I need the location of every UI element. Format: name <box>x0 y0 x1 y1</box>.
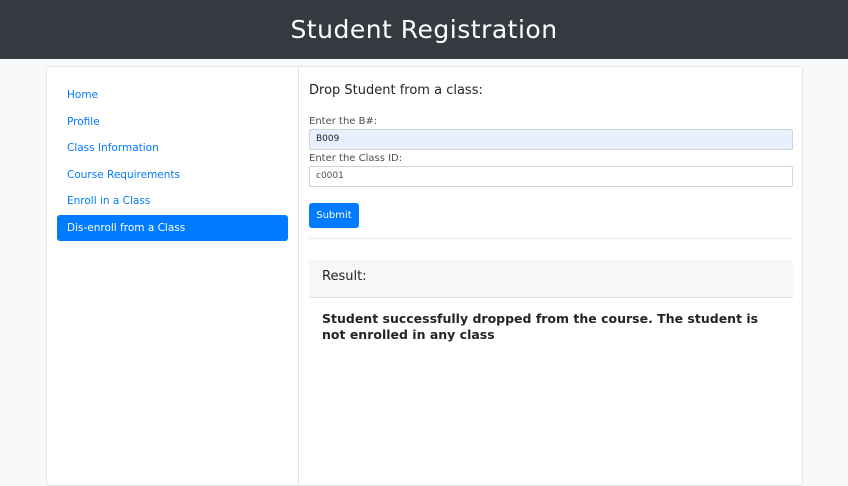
page-title: Student Registration <box>290 15 558 44</box>
bnumber-input[interactable]: B009 <box>309 129 793 150</box>
sidebar-item-dis-enroll[interactable]: Dis-enroll from a Class <box>57 214 288 241</box>
sidebar-nav: Home Profile Class Information Course Re… <box>47 67 299 485</box>
form-title: Drop Student from a class: <box>309 83 483 98</box>
sidebar-item-enroll[interactable]: Enroll in a Class <box>57 188 288 214</box>
sidebar-item-course-requirements[interactable]: Course Requirements <box>57 162 288 188</box>
top-header-bar: Student Registration <box>0 0 848 59</box>
submit-button[interactable]: Submit <box>309 203 359 228</box>
result-card: Result: Student successfully dropped fro… <box>309 260 793 420</box>
sidebar-item-class-information[interactable]: Class Information <box>57 135 288 161</box>
result-message: Student successfully dropped from the co… <box>322 311 759 342</box>
bnumber-label: Enter the B#: <box>309 116 378 127</box>
classid-label: Enter the Class ID: <box>309 153 403 164</box>
classid-input[interactable]: c0001 <box>309 166 793 187</box>
sidebar-item-home[interactable]: Home <box>57 82 288 108</box>
sidebar-item-profile[interactable]: Profile <box>57 109 288 135</box>
drop-student-form: Drop Student from a class: Enter the B#:… <box>309 67 794 485</box>
main-card: Home Profile Class Information Course Re… <box>46 66 803 486</box>
result-header: Result: <box>309 260 793 298</box>
divider <box>309 238 793 239</box>
